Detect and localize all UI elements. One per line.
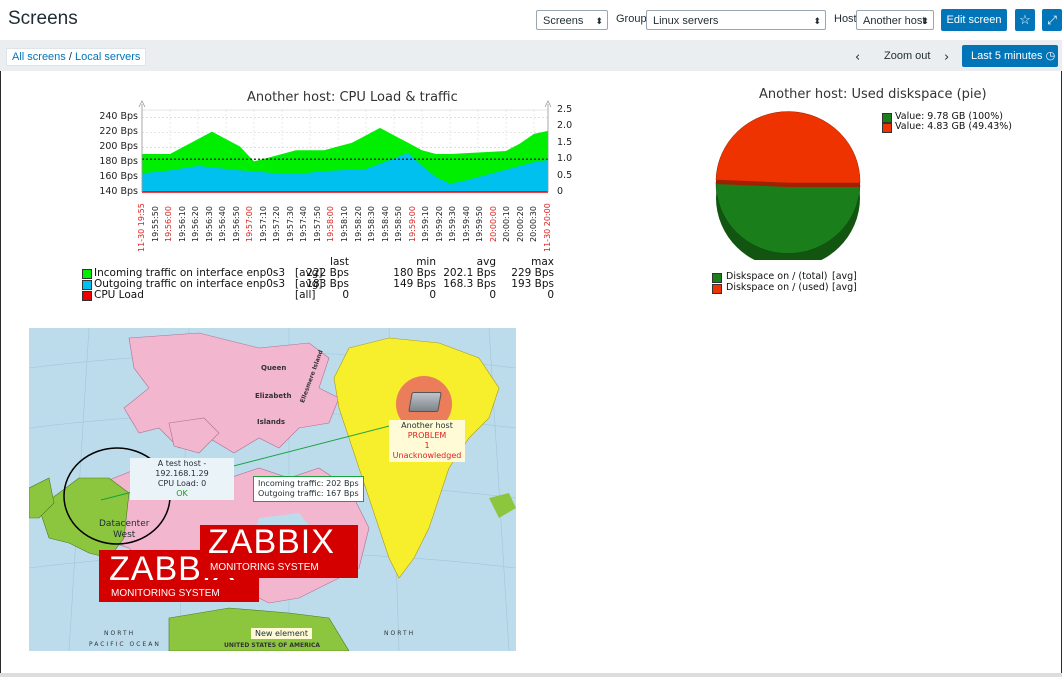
y2-tick-label: 2.5 (557, 104, 573, 115)
x-tick-label: 19:59:40 (461, 206, 471, 242)
pie-legend-total-func: [avg] (832, 271, 857, 282)
x-tick-label: 19:57:50 (312, 206, 322, 242)
y2-tick-label: 1.5 (557, 136, 573, 148)
y-tick-label: 160 Bps (99, 171, 138, 183)
pie-legend-used-func: [avg] (832, 282, 857, 293)
x-tick-label: 19:58:00 (326, 206, 336, 242)
graph2-title: Another host: Used diskspace (pie) (759, 87, 987, 102)
x-tick-label: 11-30 20:00 (543, 203, 552, 252)
x-tick-label: 19:58:20 (353, 206, 363, 242)
x-tick-label: 19:57:10 (258, 206, 268, 242)
x-tick-label: 19:59:50 (475, 206, 485, 242)
zabbix-logo-big-sub: MONITORING SYSTEM (210, 562, 319, 573)
x-tick-label: 20:00:00 (488, 206, 498, 242)
test-host-name: A test host - 192.168.1.29 (155, 459, 209, 478)
zabbix-logo-small-sub: MONITORING SYSTEM (111, 588, 220, 599)
y-tick-label: 140 Bps (99, 186, 138, 197)
server-icon[interactable] (408, 392, 442, 412)
zabbix-logo-big[interactable]: ZABBIX MONITORING SYSTEM (200, 523, 358, 578)
x-tick-label: 19:55:50 (150, 206, 160, 242)
legend-series-name: CPU Load (94, 289, 144, 301)
y-tick-label: 200 Bps (99, 141, 138, 153)
y-tick-label: 220 Bps (99, 126, 138, 138)
test-host-cpu: CPU Load: 0 (157, 479, 207, 488)
legend-swatch (82, 269, 92, 279)
pie-legend-total: Diskspace on / (total) (726, 271, 828, 282)
problem-host-name: Another host (401, 421, 453, 430)
y2-tick-label: 2.0 (557, 120, 573, 132)
pie-value-used: Value: 4.83 GB (49.43%) (895, 121, 1013, 132)
test-host-label: A test host - 192.168.1.29 CPU Load: 0 O… (130, 458, 234, 500)
x-tick-label: 19:57:00 (245, 206, 255, 242)
x-tick-label: 20:00:10 (502, 206, 512, 242)
x-tick-label: 19:57:40 (299, 206, 309, 242)
x-tick-label: 19:57:20 (272, 206, 282, 242)
datacenter-label: Datacenter West (99, 519, 149, 541)
problem-host-status: PROBLEM (407, 431, 447, 440)
pie-legend-used: Diskspace on / (used) (726, 282, 829, 293)
y-tick-label: 180 Bps (99, 156, 138, 168)
link-incoming: Incoming traffic: 202 Bps (258, 479, 359, 488)
problem-host-label: Another host PROBLEM 1 Unacknowledged (389, 420, 465, 462)
x-tick-label: 20:00:20 (515, 206, 525, 242)
x-tick-label: 19:56:30 (204, 206, 214, 242)
y2-tick-label: 1.0 (557, 153, 573, 165)
x-tick-label: 19:56:40 (218, 206, 228, 242)
x-tick-label: 19:56:20 (191, 206, 201, 242)
pie-value-swatch-total (882, 113, 892, 123)
zabbix-logo-big-text: ZABBIX (208, 523, 335, 561)
pie-slice-used (715, 111, 861, 184)
x-tick-label: 19:57:30 (285, 206, 295, 242)
link-outgoing: Outgoing traffic: 167 Bps (258, 489, 359, 498)
legend-swatch (82, 280, 92, 290)
x-tick-label: 19:56:10 (177, 206, 187, 242)
diskspace-pie-chart[interactable] (710, 110, 870, 260)
pie-legend-swatch-used (712, 284, 722, 294)
x-tick-label: 19:58:30 (367, 206, 377, 242)
legend-series-max: 0 (547, 289, 554, 301)
x-tick-label: 19:58:50 (394, 206, 404, 242)
test-host-status: OK (176, 489, 188, 498)
x-tick-label: 19:59:30 (448, 206, 458, 242)
x-tick-label: 19:58:40 (380, 206, 390, 242)
legend-series-last: 0 (342, 289, 349, 301)
x-tick-label: 19:56:50 (231, 206, 241, 242)
network-map[interactable]: Queen Elizabeth Islands Ellesmere Island… (29, 328, 516, 651)
y-tick-label: 240 Bps (99, 111, 138, 123)
new-element-label[interactable]: New element (251, 628, 312, 639)
datacenter-label-line2: West (113, 530, 136, 540)
y2-tick-label: 0.5 (557, 169, 573, 181)
x-tick-label: 11-30 19:55 (137, 203, 146, 252)
y2-tick-label: 0 (557, 186, 564, 197)
x-tick-label: 19:59:20 (434, 206, 444, 242)
problem-host-ack: 1 Unacknowledged (392, 441, 462, 460)
x-tick-label: 20:00:30 (529, 206, 539, 242)
x-tick-label: 19:56:00 (164, 206, 174, 242)
legend-swatch (82, 291, 92, 301)
datacenter-label-line1: Datacenter (99, 519, 150, 529)
bottom-scrollbar (0, 673, 1062, 677)
x-tick-label: 19:59:00 (407, 206, 417, 242)
pie-legend-swatch-total (712, 273, 722, 283)
pie-value-swatch-used (882, 123, 892, 133)
x-tick-label: 19:59:10 (421, 206, 431, 242)
x-tick-label: 19:58:10 (340, 206, 349, 242)
link-traffic-label: Incoming traffic: 202 Bps Outgoing traff… (253, 476, 364, 502)
